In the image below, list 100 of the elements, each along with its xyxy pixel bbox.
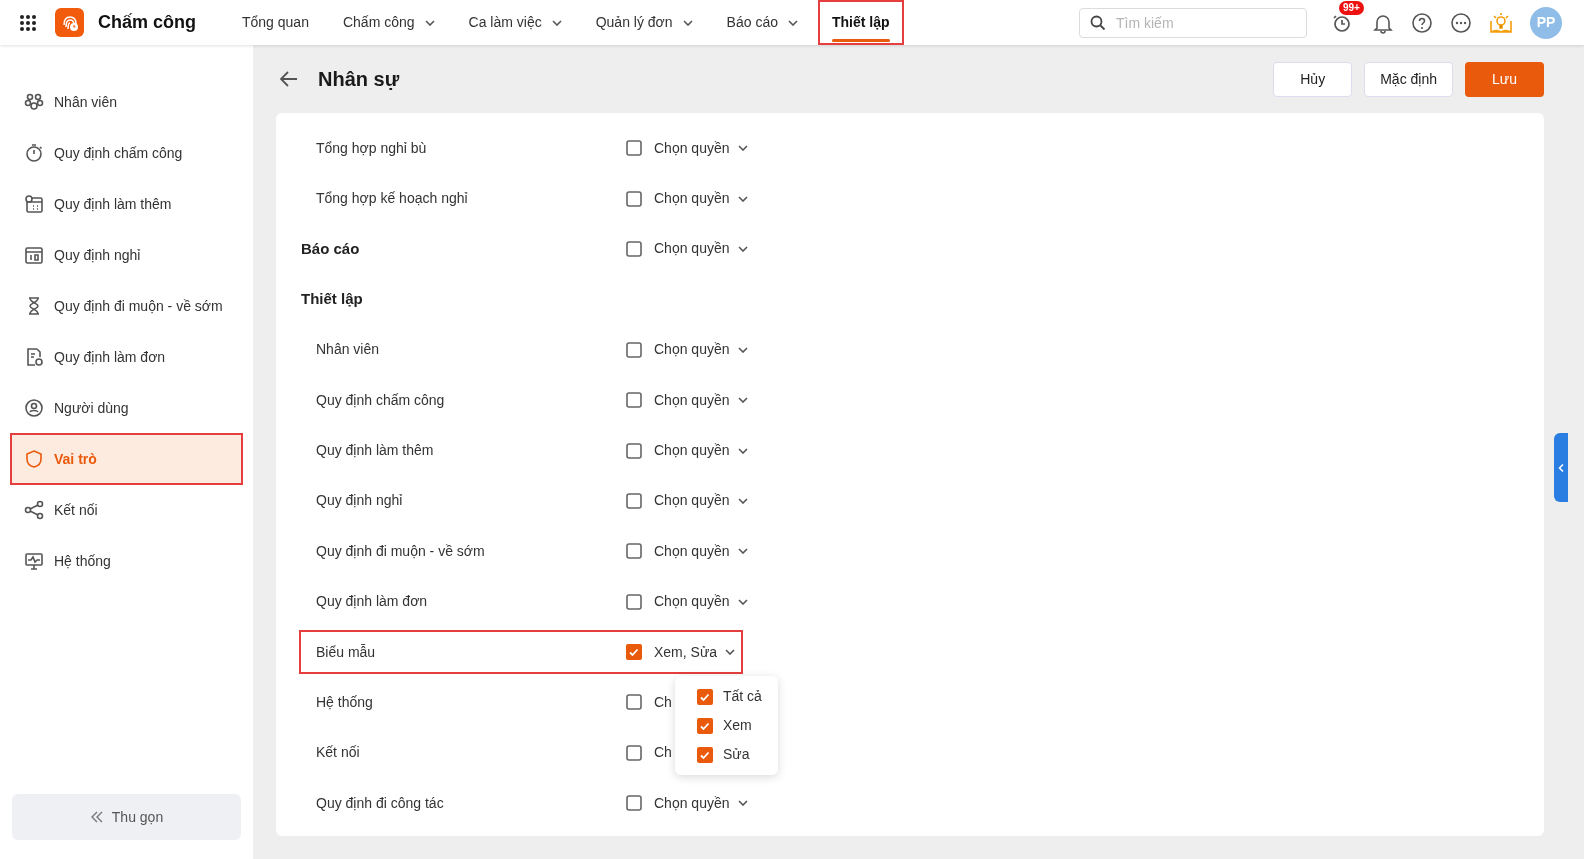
nav-tab[interactable]: Tổng quan	[228, 0, 323, 45]
caret-icon	[737, 447, 748, 454]
permission-select[interactable]: Chọn quyền	[654, 188, 748, 210]
action-button[interactable]: Hủy	[1273, 61, 1353, 97]
chevron-left-icon	[1558, 463, 1564, 472]
checkbox[interactable]	[626, 492, 642, 509]
user-circle-icon	[24, 398, 44, 418]
apps-menu-icon[interactable]	[19, 13, 37, 32]
nav-tab[interactable]: Chấm công	[328, 0, 449, 45]
menu-option-label[interactable]: Sửa	[723, 744, 750, 765]
nav-tab[interactable]: Báo cáo	[712, 0, 812, 45]
checkbox[interactable]	[626, 795, 642, 812]
menu-checkbox[interactable]	[697, 717, 713, 734]
checkbox[interactable]	[626, 644, 642, 661]
stopwatch-icon[interactable]	[1332, 12, 1352, 33]
page-title: Nhân sự	[318, 67, 400, 92]
caret-icon	[737, 800, 748, 807]
shield-icon	[24, 449, 44, 469]
checkbox[interactable]	[626, 744, 642, 761]
side-panel-tab[interactable]	[1554, 433, 1568, 502]
permission-select[interactable]: Chọn quyền	[654, 591, 748, 613]
sidebar-item[interactable]: Quy định đi muộn - về sớm	[12, 282, 241, 330]
caret-icon	[787, 19, 798, 26]
collapse-button[interactable]: Thu gọn	[12, 794, 241, 840]
permission-label: Biểu mẫu	[316, 642, 377, 662]
menu-option-label[interactable]: Tất cả	[723, 686, 762, 707]
sidebar-item[interactable]: Kết nối	[12, 486, 241, 534]
menu-checkbox[interactable]	[697, 746, 713, 763]
caret-icon	[737, 145, 748, 152]
sidebar-item[interactable]: Quy định nghỉ	[12, 231, 241, 279]
sidebar-item[interactable]: Nhân viên	[12, 78, 241, 126]
sidebar-item[interactable]: Quy định làm thêm	[12, 180, 241, 228]
calendar-icon	[24, 245, 44, 265]
caret-icon	[424, 19, 435, 26]
permission-select[interactable]: Chọn quyền	[654, 238, 748, 260]
permission-label: Quy định chấm công	[316, 390, 446, 410]
caret-icon	[737, 195, 748, 202]
permission-select[interactable]: Chọn quyền	[654, 339, 748, 361]
permission-label: Quy định đi công tác	[316, 793, 445, 813]
sidebar-item[interactable]: Quy định làm đơn	[12, 333, 241, 381]
save-button[interactable]: Lưu	[1465, 61, 1544, 97]
double-chevron-left-icon	[89, 811, 104, 823]
caret-icon	[737, 245, 748, 252]
section-heading: Thiết lập	[301, 289, 364, 310]
more-icon[interactable]	[1450, 11, 1472, 34]
checkbox[interactable]	[626, 341, 642, 358]
caret-icon	[551, 19, 562, 26]
caret-icon	[682, 19, 693, 26]
permission-label: Kết nối	[316, 743, 361, 763]
sidebar-item[interactable]: Quy định chấm công	[12, 129, 241, 177]
menu-checkbox[interactable]	[697, 688, 713, 705]
permission-select[interactable]: Xem, Sửa	[654, 641, 736, 663]
search-field[interactable]: Tìm kiếm	[1079, 7, 1307, 38]
checkbox[interactable]	[626, 593, 642, 610]
sidebar-item[interactable]: Người dùng	[12, 384, 241, 432]
caret-icon	[737, 397, 748, 404]
permission-label: Quy định làm thêm	[316, 441, 435, 461]
permission-select[interactable]: Chọn quyền	[654, 137, 748, 159]
permission-label: Quy định đi muộn - về sớm	[316, 541, 486, 561]
permission-label: Tổng hợp nghỉ bù	[316, 138, 428, 158]
action-button[interactable]: Mặc định	[1364, 61, 1453, 97]
checkbox[interactable]	[626, 240, 642, 257]
checkbox[interactable]	[626, 694, 642, 711]
permission-select[interactable]: Chọn quyền	[654, 440, 748, 462]
permission-select[interactable]: Chọn quyền	[654, 389, 748, 411]
permission-select[interactable]: Ch	[654, 742, 672, 764]
caret-icon	[737, 598, 748, 605]
sidebar-item[interactable]: Hệ thống	[12, 537, 241, 585]
checkbox[interactable]	[626, 442, 642, 459]
permission-label: Hệ thống	[316, 693, 374, 712]
nav-tab[interactable]: Ca làm việc	[454, 0, 576, 45]
monitor-icon	[24, 551, 44, 571]
app-logo-icon	[55, 8, 84, 37]
checkbox[interactable]	[626, 190, 642, 207]
checkbox[interactable]	[626, 543, 642, 560]
nav-tab[interactable]: Quản lý đơn	[581, 0, 707, 45]
stopwatch-icon	[24, 143, 44, 163]
permission-label: Quy định nghỉ	[316, 491, 404, 511]
menu-option-label[interactable]: Xem	[723, 715, 752, 736]
permission-select[interactable]: Ch	[654, 692, 672, 713]
permission-label: Tổng hợp kế hoạch nghỉ	[316, 189, 469, 209]
checkbox[interactable]	[626, 392, 642, 409]
back-arrow-icon[interactable]	[280, 71, 298, 87]
calendar-clock-icon	[24, 194, 44, 214]
permission-select[interactable]: Chọn quyền	[654, 540, 748, 562]
notification-badge: 99+	[1339, 0, 1364, 15]
search-icon	[1090, 14, 1106, 31]
share-icon	[24, 500, 44, 520]
section-heading: Báo cáo	[301, 238, 361, 259]
app-title: Chấm công	[98, 11, 197, 34]
permission-label: Quy định làm đơn	[316, 592, 429, 612]
permission-label: Nhân viên	[316, 340, 381, 360]
permission-select[interactable]: Chọn quyền	[654, 792, 748, 814]
permission-select[interactable]: Chọn quyền	[654, 490, 748, 512]
checkbox[interactable]	[626, 140, 642, 157]
caret-icon	[737, 497, 748, 504]
nav-tab[interactable]: Thiết lập	[817, 0, 904, 45]
document-clock-icon	[24, 347, 44, 367]
people-icon	[24, 92, 44, 112]
help-icon[interactable]	[1411, 11, 1433, 34]
